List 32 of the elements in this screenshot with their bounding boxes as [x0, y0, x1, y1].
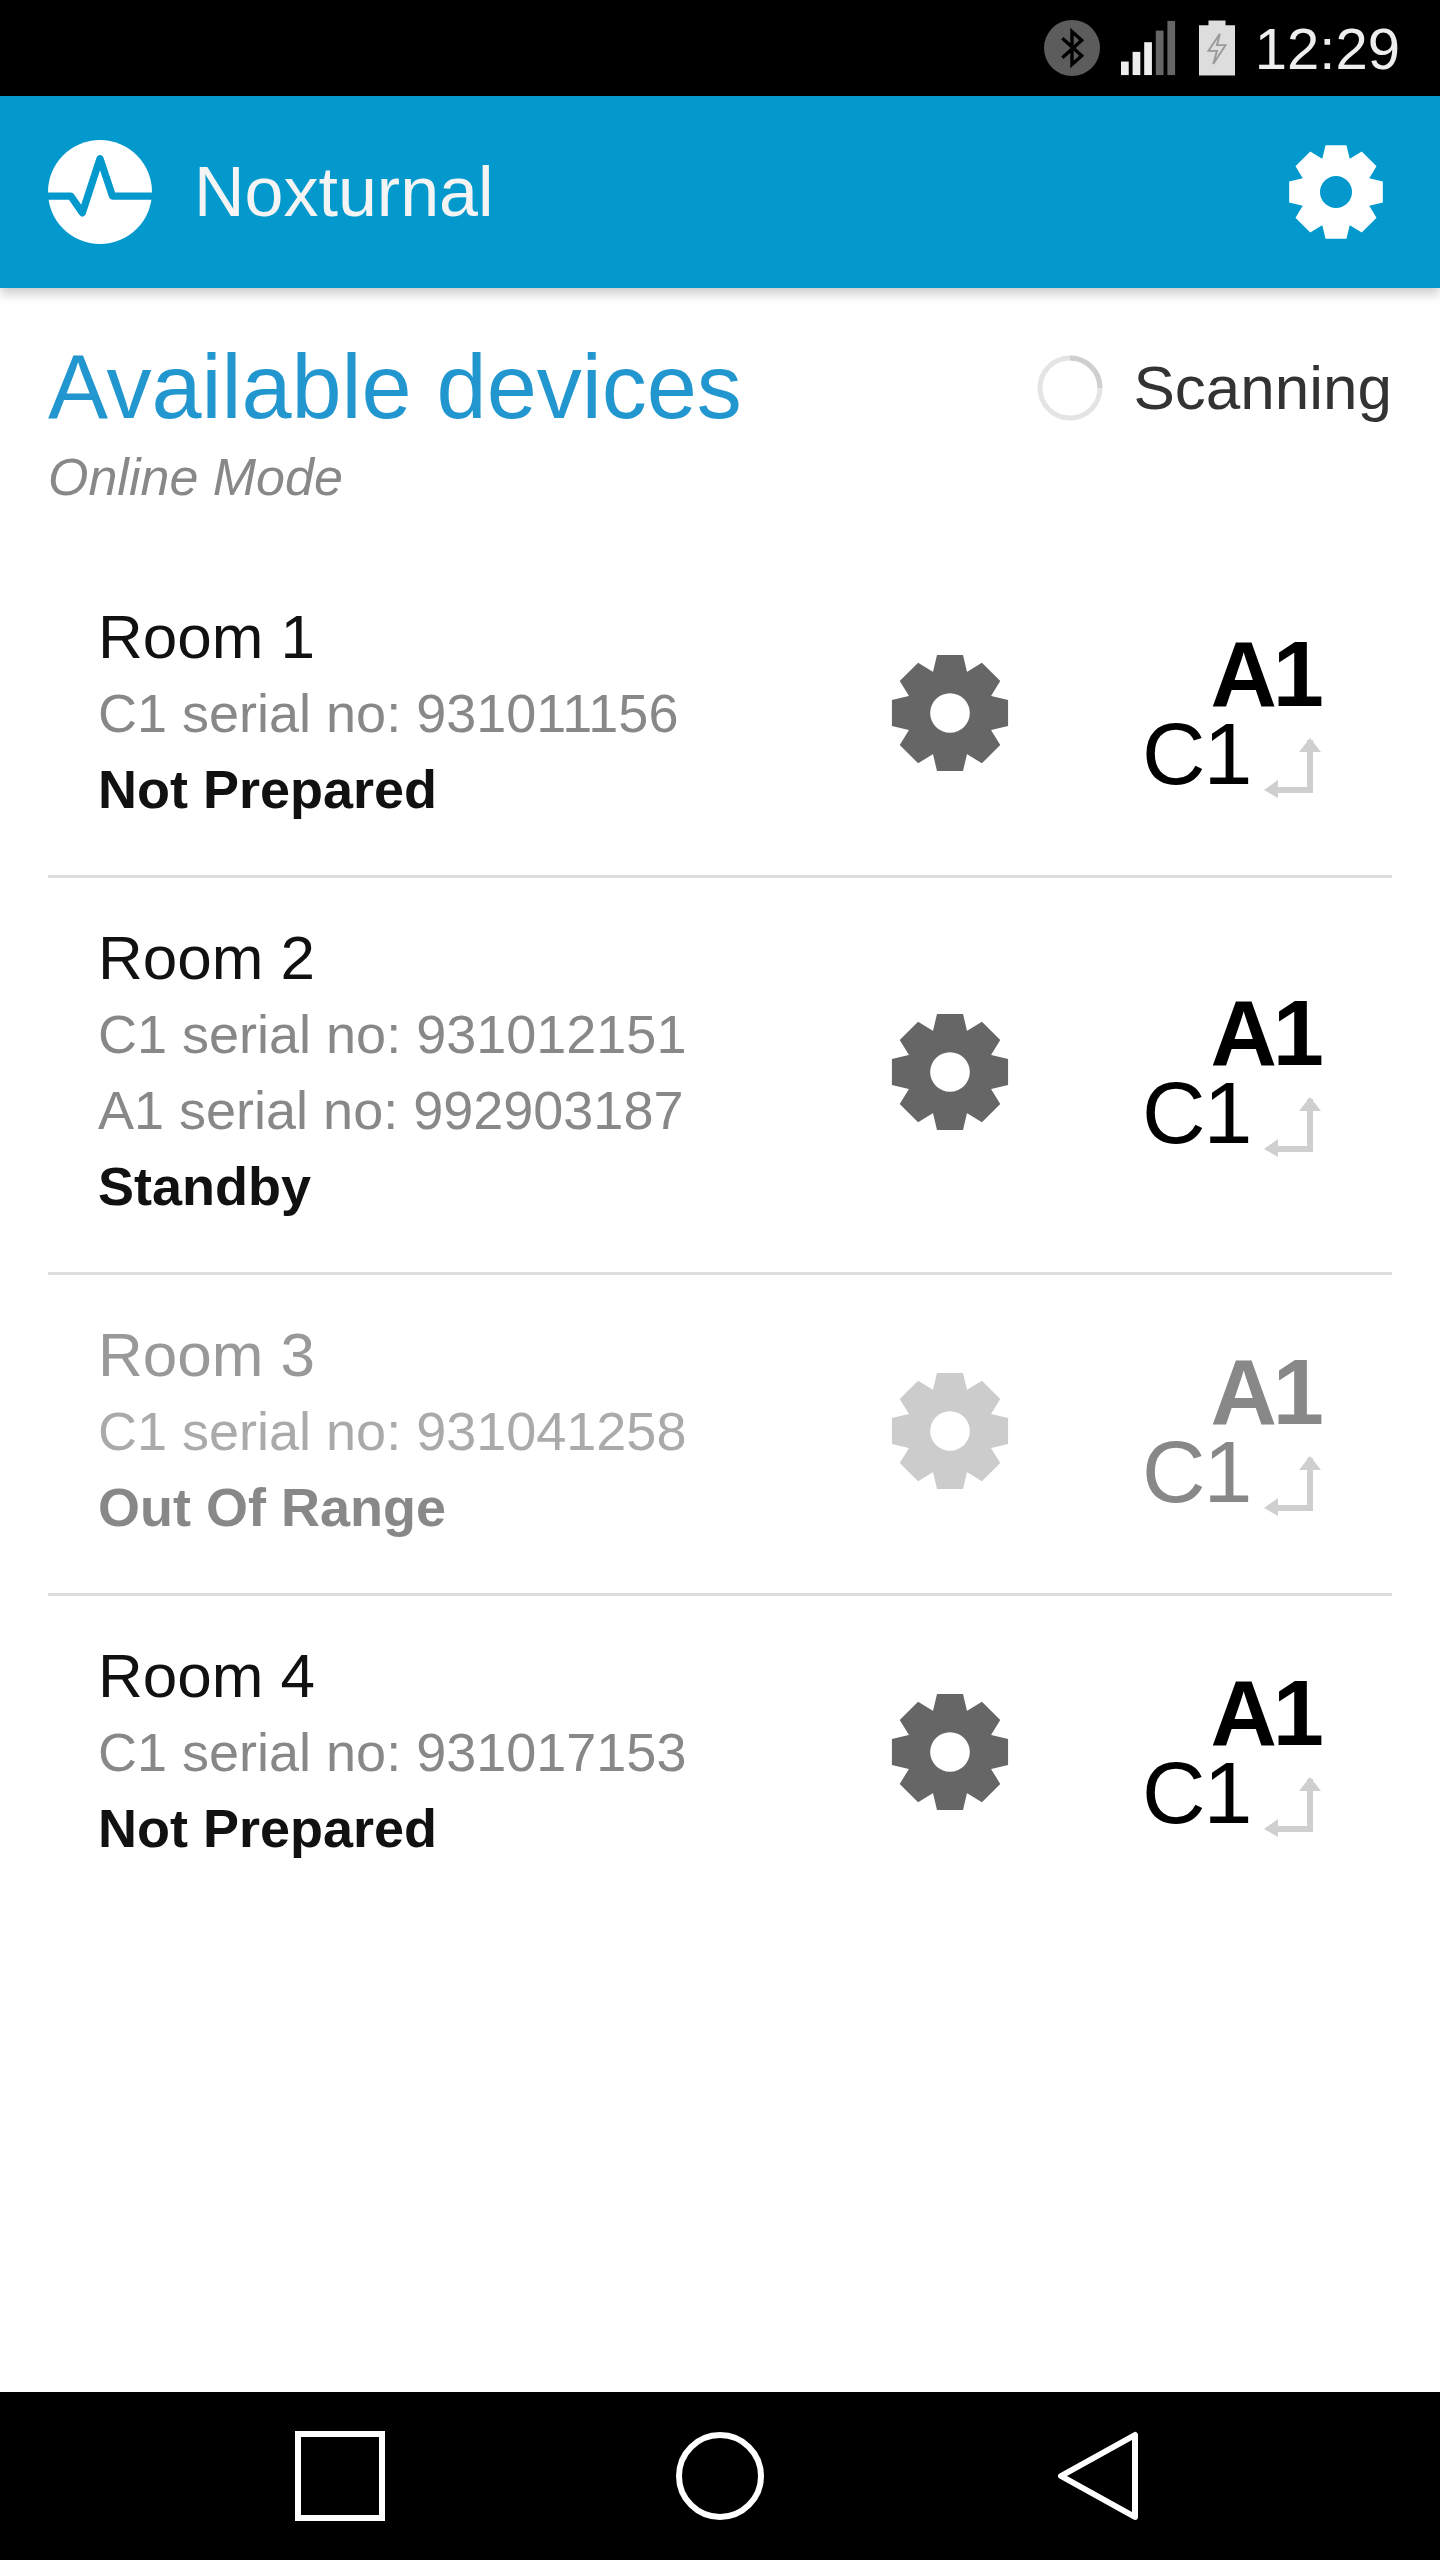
- serial-number: A1 serial no: 992903187: [98, 1079, 685, 1142]
- spinner-icon: [1037, 354, 1104, 421]
- corner-arrow-icon: [1262, 736, 1322, 798]
- device-name: Room 4: [98, 1640, 317, 1712]
- device-name: Room 3: [98, 1319, 317, 1391]
- pulse-logo-icon: [48, 140, 152, 244]
- device-name: Room 1: [98, 601, 317, 673]
- battery-charging-icon: [1198, 20, 1235, 76]
- mode-label: Online Mode: [48, 447, 344, 507]
- device-row[interactable]: Room 4 C1 serial no: 931017153 Not Prepared A1 C1: [48, 1626, 1392, 1914]
- bluetooth-icon: [1042, 19, 1101, 77]
- status-time: 12:29: [1254, 14, 1400, 82]
- home-icon[interactable]: [675, 2431, 765, 2521]
- device-row[interactable]: Room 2 C1 serial no: 931012151 A1 serial no: 992903187 Standby A1 C1: [48, 908, 1392, 1275]
- corner-arrow-icon: [1262, 1095, 1322, 1157]
- serial-number: C1 serial no: 931017153: [98, 1721, 688, 1784]
- app-title: Noxturnal: [194, 152, 495, 232]
- device-status: Not Prepared: [98, 1797, 439, 1860]
- device-status: Standby: [98, 1155, 313, 1218]
- corner-arrow-icon: [1262, 1775, 1322, 1837]
- corner-arrow-icon: [1262, 1454, 1322, 1516]
- serial-number: C1 serial no: 931012151: [98, 1003, 688, 1066]
- page-title: Available devices: [48, 338, 742, 437]
- device-row[interactable]: Room 1 C1 serial no: 931011156 Not Prepared A1 C1: [48, 587, 1392, 878]
- recent-apps-icon[interactable]: [295, 2431, 385, 2521]
- serial-number: C1 serial no: 931041258: [98, 1400, 688, 1463]
- device-name: Room 2: [98, 922, 317, 994]
- settings-button[interactable]: [1286, 142, 1386, 242]
- scanning-label: Scanning: [1133, 352, 1392, 423]
- serial-number: C1 serial no: 931011156: [98, 682, 680, 745]
- device-status: Out Of Range: [98, 1476, 447, 1539]
- device-status: Not Prepared: [98, 758, 439, 821]
